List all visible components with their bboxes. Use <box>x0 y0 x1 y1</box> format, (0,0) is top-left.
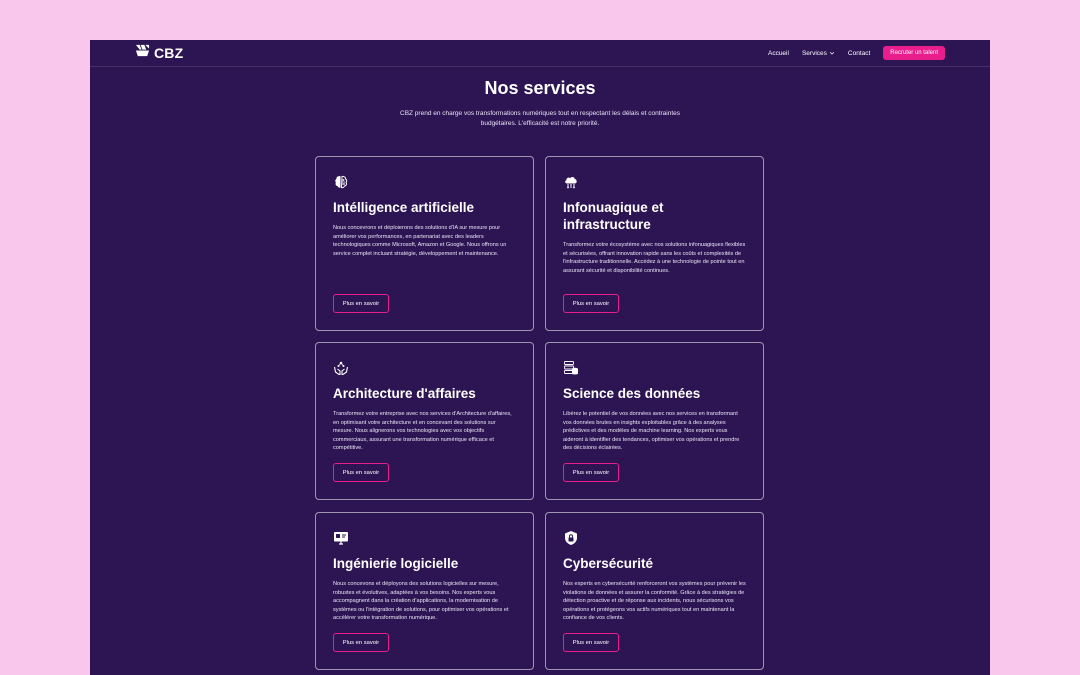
learn-more-button[interactable]: Plus en savoir <box>563 294 619 313</box>
database-icon <box>563 360 579 376</box>
page-title: Nos services <box>484 78 596 98</box>
card-description: Nous concevrons et déploierons des solut… <box>333 225 507 257</box>
card-description: Transformez votre entreprise avec nos se… <box>333 411 512 451</box>
brain-icon <box>333 174 349 190</box>
browser-window: CBZ Accueil Services Contact Recruter un… <box>90 40 990 675</box>
nav-services-label: Services <box>801 49 827 57</box>
nav-services-dropdown[interactable]: Services <box>802 50 835 57</box>
service-card-business-architecture: Architecture d'affaires Transformez votr… <box>315 342 534 500</box>
page-subtitle: CBZ prend en charge vos transformations … <box>400 110 681 127</box>
nav-contact-link[interactable]: Contact <box>848 50 870 57</box>
service-card-cybersecurity: Cybersécurité Nos experts en cybersécuri… <box>545 512 764 670</box>
card-title: Ingénierie logicielle <box>333 556 459 571</box>
recruit-talent-button[interactable]: Recruter un talent <box>883 46 945 60</box>
learn-more-button[interactable]: Plus en savoir <box>333 633 389 652</box>
service-card-data-science: Science des données Libérez le potentiel… <box>545 342 764 500</box>
card-description: Nos experts en cybersécurité renforceron… <box>563 581 746 621</box>
card-title: Science des données <box>563 386 701 401</box>
nav-home-link[interactable]: Accueil <box>768 50 789 57</box>
learn-more-button[interactable]: Plus en savoir <box>563 463 619 482</box>
card-description: Nous concevons et déployons des solution… <box>333 581 509 621</box>
service-card-software-engineering: Ingénierie logicielle Nous concevons et … <box>315 512 534 670</box>
cloud-icon <box>563 174 579 190</box>
chevron-down-icon <box>829 51 835 55</box>
card-description: Transformez votre écosystème avec nos so… <box>563 242 746 274</box>
service-card-cloud: Infonuagique et infrastructure Transform… <box>545 156 764 331</box>
card-title: Architecture d'affaires <box>333 386 476 401</box>
shield-lock-icon <box>563 530 579 546</box>
nav-links: Accueil Services Contact Recruter un tal… <box>768 46 945 60</box>
logo[interactable]: CBZ <box>135 43 184 63</box>
card-title: Infonuagique et infrastructure <box>563 200 664 232</box>
learn-more-button[interactable]: Plus en savoir <box>333 294 389 313</box>
hands-network-icon <box>333 360 349 376</box>
cbz-logo-icon <box>135 43 150 63</box>
learn-more-button[interactable]: Plus en savoir <box>333 463 389 482</box>
monitor-code-icon <box>333 530 349 546</box>
card-description: Libérez le potentiel de vos données avec… <box>563 411 740 451</box>
top-navbar: CBZ Accueil Services Contact Recruter un… <box>90 40 990 67</box>
logo-text: CBZ <box>154 45 184 61</box>
card-title: Cybersécurité <box>563 556 654 571</box>
learn-more-button[interactable]: Plus en savoir <box>563 633 619 652</box>
service-card-ai: Intélligence artificielle Nous concevron… <box>315 156 534 331</box>
card-title: Intélligence artificielle <box>333 200 475 215</box>
